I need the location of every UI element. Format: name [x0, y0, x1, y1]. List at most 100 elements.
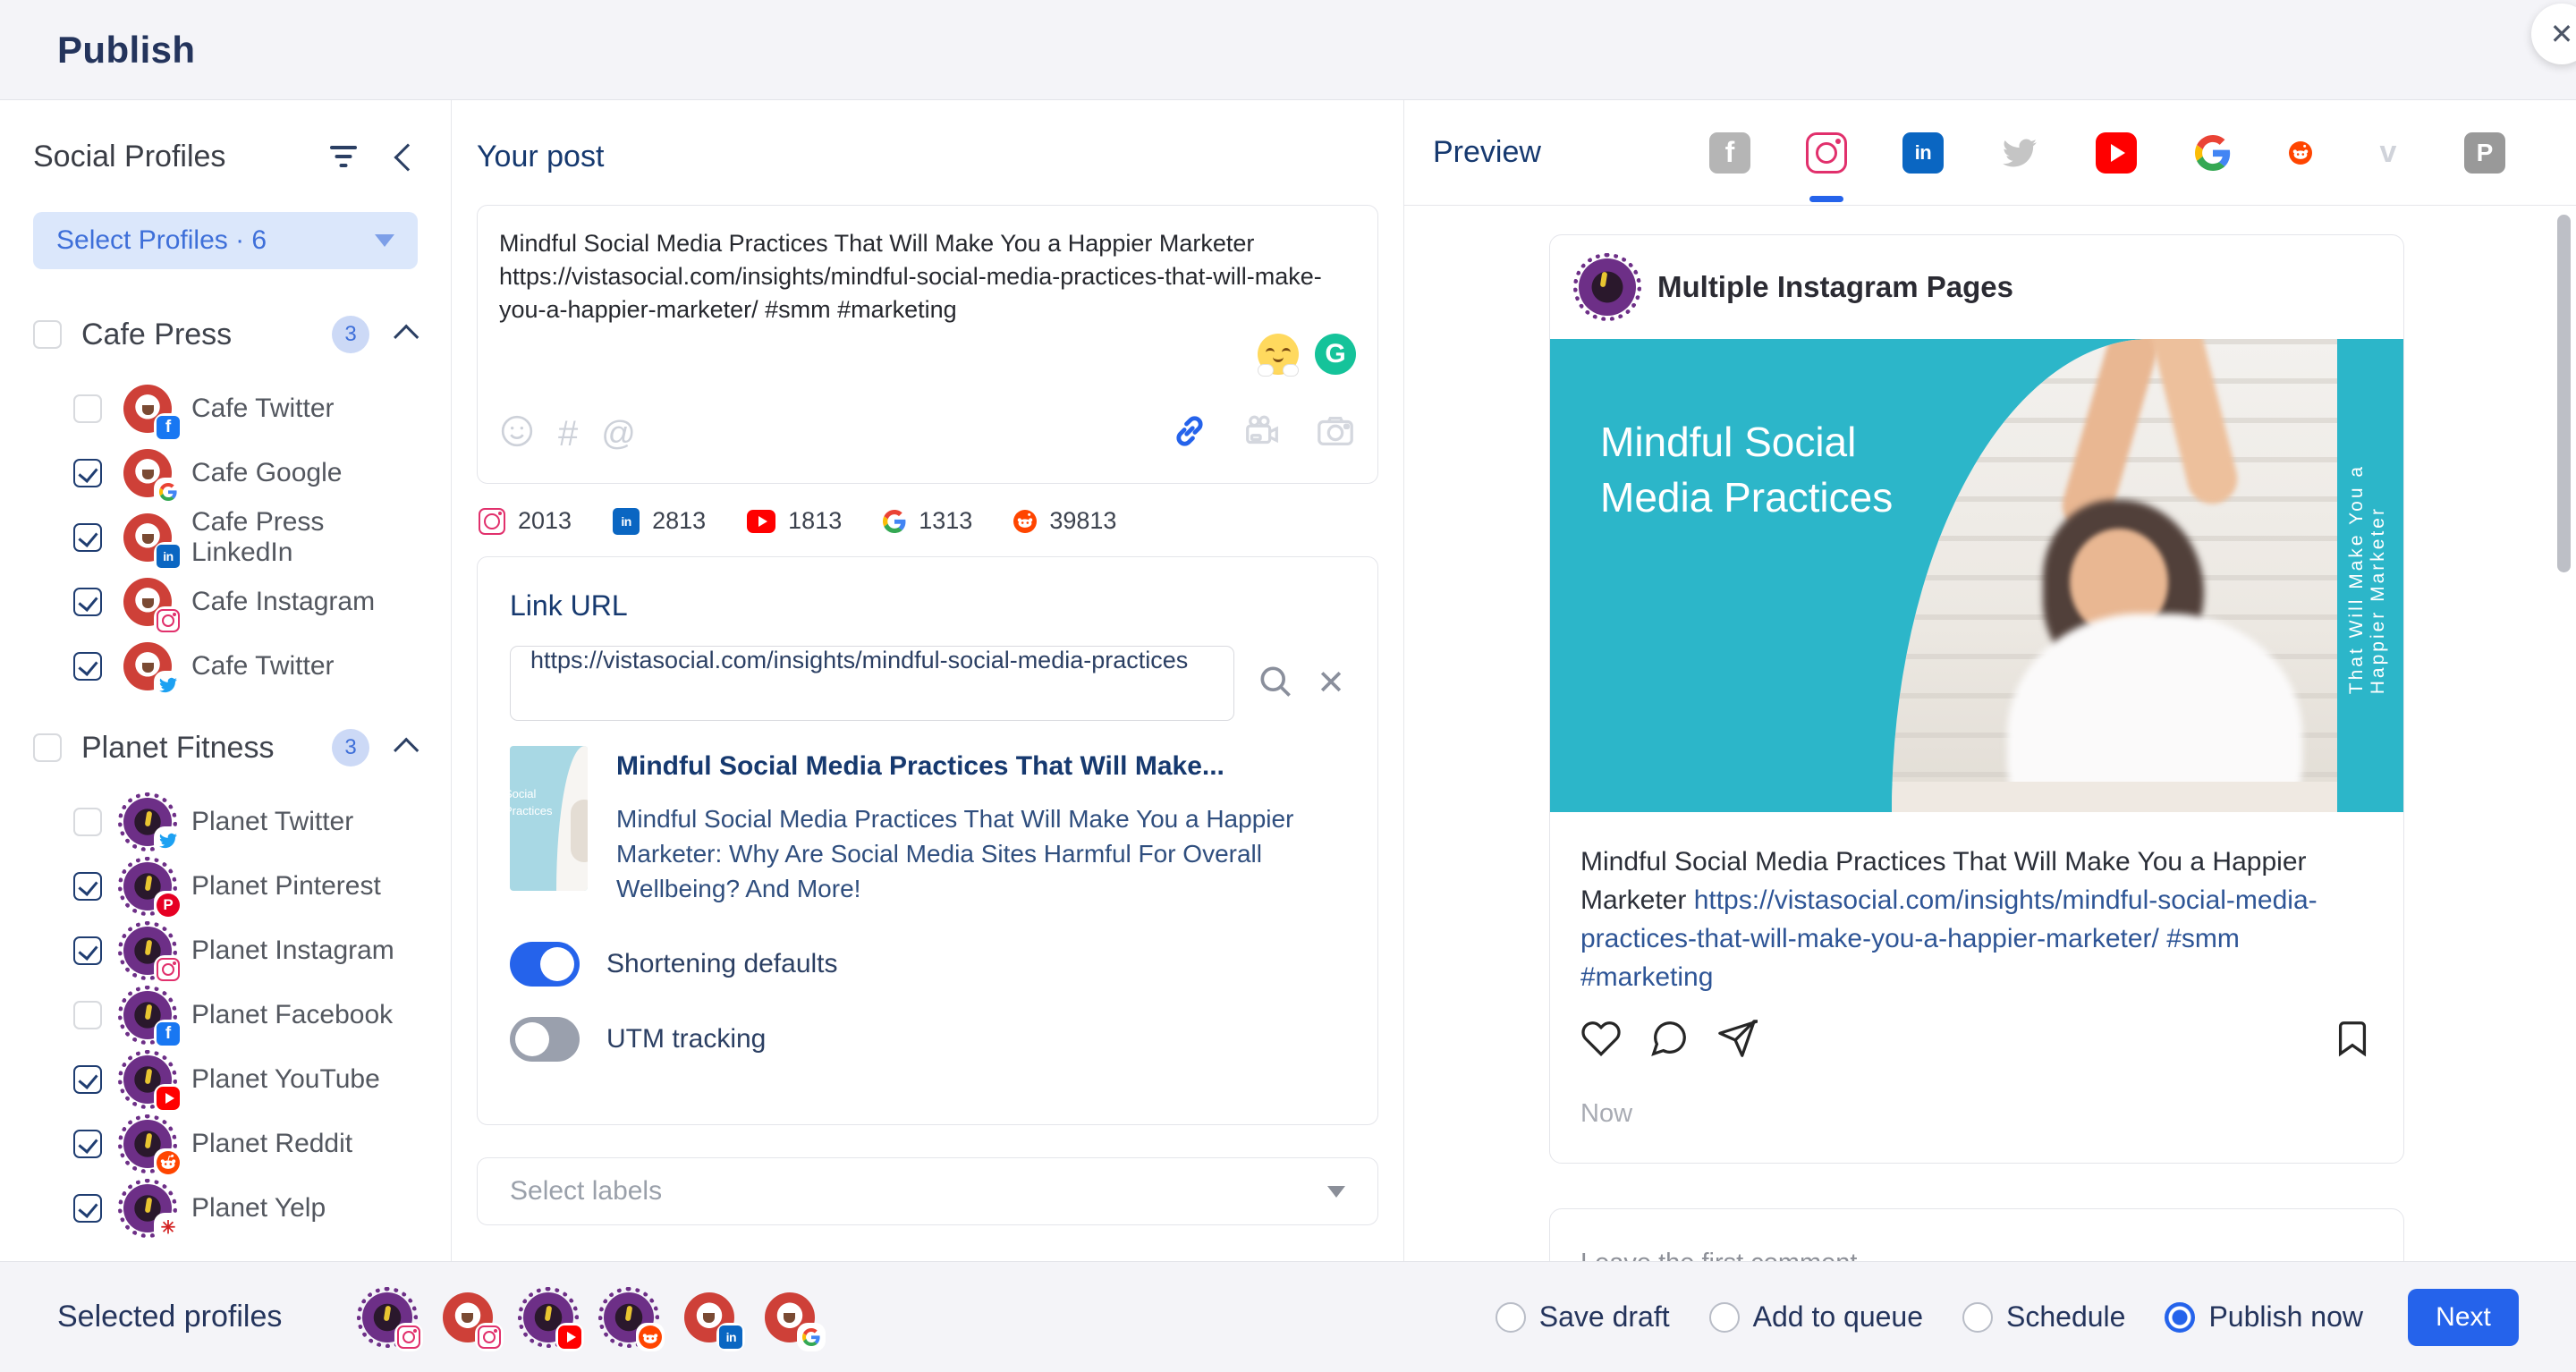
post-editor-column: Your post Mindful Social Media Practices… — [452, 100, 1404, 1261]
profile-row[interactable]: Cafe Twitter — [33, 634, 418, 699]
toggle-label: UTM tracking — [606, 1024, 766, 1054]
link-icon[interactable] — [1170, 411, 1209, 455]
profile-name: Planet Twitter — [191, 807, 353, 837]
preview-scroll-area[interactable]: Multiple Instagram Pages Mindful SocialM… — [1404, 206, 2576, 1261]
profile-checkbox[interactable] — [73, 588, 102, 616]
search-icon[interactable] — [1256, 662, 1295, 706]
tab-twitter[interactable] — [1999, 132, 2040, 174]
shortening-defaults-toggle[interactable] — [510, 942, 580, 987]
collapse-sidebar-icon[interactable] — [394, 143, 421, 171]
option-label: Schedule — [2006, 1300, 2125, 1334]
comment-box[interactable]: Leave the first comment — [1549, 1208, 2404, 1261]
group-count-badge: 3 — [332, 316, 369, 353]
profile-row[interactable]: Cafe Instagram — [33, 570, 418, 634]
toggle-label: Shortening defaults — [606, 949, 838, 979]
scrollbar-thumb[interactable] — [2557, 215, 2571, 572]
next-button[interactable]: Next — [2408, 1289, 2519, 1346]
radio-icon[interactable] — [1962, 1302, 1993, 1333]
close-button[interactable]: ✕ — [2531, 4, 2576, 64]
add-to-queue-option[interactable]: Add to queue — [1709, 1300, 1923, 1334]
network-tabs — [1709, 132, 2505, 174]
select-profiles-dropdown[interactable]: Select Profiles · 6 — [33, 212, 418, 269]
profile-name: Planet YouTube — [191, 1064, 380, 1095]
reddit-icon — [639, 1325, 662, 1349]
radio-icon[interactable] — [1496, 1302, 1526, 1333]
video-icon[interactable] — [1241, 411, 1283, 456]
chevron-down-icon — [1327, 1186, 1345, 1198]
group-checkbox[interactable] — [33, 320, 62, 349]
profile-row[interactable]: Planet Facebook — [33, 983, 418, 1047]
link-url-input[interactable]: https://vistasocial.com/insights/mindful… — [510, 646, 1234, 721]
avatar — [123, 991, 172, 1039]
chevron-up-icon[interactable] — [394, 325, 419, 350]
post-composer[interactable]: Mindful Social Media Practices That Will… — [477, 205, 1378, 484]
post-text-input[interactable]: Mindful Social Media Practices That Will… — [499, 227, 1356, 326]
filter-icon[interactable] — [328, 146, 359, 169]
like-icon[interactable] — [1580, 1018, 1622, 1063]
schedule-option[interactable]: Schedule — [1962, 1300, 2125, 1334]
group-checkbox[interactable] — [33, 733, 62, 762]
profile-row[interactable]: Cafe Press LinkedIn — [33, 505, 418, 570]
bookmark-icon[interactable] — [2332, 1018, 2373, 1063]
selected-profiles-avatars — [362, 1292, 815, 1342]
profile-row[interactable]: Cafe Google — [33, 441, 418, 505]
profile-checkbox[interactable] — [73, 652, 102, 681]
profile-checkbox[interactable] — [73, 1001, 102, 1029]
comment-icon[interactable] — [1648, 1018, 1690, 1063]
tab-facebook[interactable] — [1709, 132, 1750, 174]
profile-checkbox[interactable] — [73, 459, 102, 487]
utm-tracking-toggle[interactable] — [510, 1017, 580, 1062]
profile-checkbox[interactable] — [73, 1065, 102, 1094]
profile-row[interactable]: Cafe Twitter — [33, 377, 418, 441]
tab-vimeo[interactable] — [2368, 132, 2409, 174]
profile-row[interactable]: Planet Yelp — [33, 1176, 418, 1241]
tab-pinterest[interactable] — [2464, 132, 2505, 174]
avatar — [604, 1292, 654, 1342]
profile-checkbox[interactable] — [73, 394, 102, 423]
twitter-icon — [1999, 132, 2040, 174]
profile-row[interactable]: Planet Twitter — [33, 790, 418, 854]
link-preview-title[interactable]: Mindful Social Media Practices That Will… — [616, 751, 1347, 782]
labels-select[interactable]: Select labels — [477, 1157, 1378, 1225]
profile-row[interactable]: Planet YouTube — [33, 1047, 418, 1112]
page-title: Publish — [57, 29, 195, 72]
camera-icon[interactable] — [1315, 411, 1356, 456]
reddit-icon — [157, 1151, 180, 1174]
instagram-icon — [157, 609, 180, 632]
profile-row[interactable]: Planet Instagram — [33, 919, 418, 983]
clear-url-icon[interactable]: ✕ — [1317, 666, 1345, 700]
selected-profiles-label: Selected profiles — [57, 1300, 282, 1334]
tab-google[interactable] — [2192, 132, 2233, 174]
avatar — [684, 1292, 734, 1342]
share-icon[interactable] — [1716, 1018, 1758, 1063]
save-draft-option[interactable]: Save draft — [1496, 1300, 1670, 1334]
hashtag-icon[interactable]: # — [558, 416, 578, 452]
radio-icon[interactable] — [1709, 1302, 1740, 1333]
grammarly-icon[interactable]: G — [1315, 334, 1356, 375]
profile-checkbox[interactable] — [73, 1130, 102, 1158]
chevron-up-icon[interactable] — [394, 738, 419, 763]
profile-row[interactable]: Planet Pinterest — [33, 854, 418, 919]
profile-name: Planet Facebook — [191, 1000, 393, 1030]
mention-icon[interactable]: @ — [601, 417, 636, 451]
profile-checkbox[interactable] — [73, 523, 102, 552]
emoji-picker-icon[interactable] — [499, 413, 535, 453]
tab-youtube[interactable] — [2096, 132, 2137, 174]
instagram-preview-card: Multiple Instagram Pages Mindful SocialM… — [1549, 234, 2404, 1164]
reddit-icon — [1013, 510, 1037, 533]
tab-linkedin[interactable] — [1902, 132, 1944, 174]
avatar — [123, 798, 172, 846]
profile-checkbox[interactable] — [73, 808, 102, 836]
tab-reddit[interactable] — [2289, 141, 2312, 165]
preview-panel: Preview Multi — [1404, 100, 2576, 1261]
instagram-icon — [479, 508, 505, 535]
profile-checkbox[interactable] — [73, 1194, 102, 1223]
profile-checkbox[interactable] — [73, 936, 102, 965]
radio-icon[interactable] — [2165, 1302, 2195, 1333]
profile-row[interactable]: Planet Reddit — [33, 1112, 418, 1176]
tab-instagram[interactable] — [1806, 132, 1847, 174]
image-side-text: That Will Make You a Happier Marketer — [2346, 457, 2389, 694]
link-preview: SocialPractices Mindful Social Media Pra… — [510, 746, 1345, 906]
profile-checkbox[interactable] — [73, 872, 102, 901]
publish-now-option[interactable]: Publish now — [2165, 1300, 2363, 1334]
